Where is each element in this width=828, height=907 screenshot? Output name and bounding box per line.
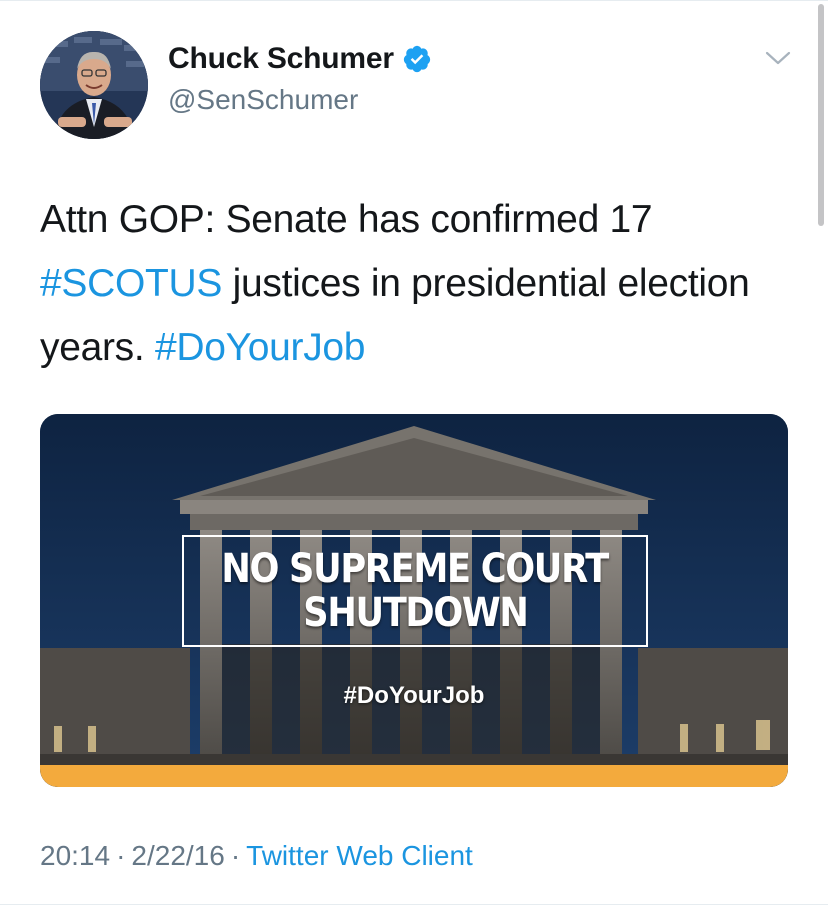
card-headline-box: NO SUPREME COURT SHUTDOWN bbox=[182, 535, 648, 647]
tweet-source-link[interactable]: Twitter Web Client bbox=[246, 840, 473, 871]
tweet-date[interactable]: 2/22/16 bbox=[131, 840, 224, 871]
author-handle[interactable]: @SenSchumer bbox=[168, 84, 358, 116]
verified-badge-icon bbox=[402, 44, 432, 74]
separator: · bbox=[116, 840, 126, 871]
card-headline-line-1: NO SUPREME COURT bbox=[221, 546, 610, 592]
hashtag-doyourjob-link[interactable]: #DoYourJob bbox=[155, 326, 366, 369]
top-divider bbox=[0, 0, 828, 1]
bottom-divider bbox=[0, 904, 828, 905]
author-display-name[interactable]: Chuck Schumer bbox=[168, 42, 394, 76]
card-headline-line-2: SHUTDOWN bbox=[302, 590, 529, 636]
separator: · bbox=[230, 840, 241, 871]
card-hashtag: #DoYourJob bbox=[343, 682, 485, 709]
card-accent-band bbox=[40, 765, 788, 787]
avatar[interactable] bbox=[40, 31, 148, 139]
tweet-text: Attn GOP: Senate has confirmed 17 #SCOTU… bbox=[40, 188, 800, 380]
tweet-time[interactable]: 20:14 bbox=[40, 840, 110, 871]
chevron-down-icon[interactable] bbox=[764, 48, 792, 68]
tweet-text-segment: Attn GOP: Senate has confirmed 17 bbox=[40, 198, 653, 241]
hashtag-scotus-link[interactable]: #SCOTUS bbox=[40, 262, 222, 305]
tweet-metadata: 20:14 · 2/22/16 · Twitter Web Client bbox=[40, 840, 473, 872]
media-card[interactable]: NO SUPREME COURT SHUTDOWN #DoYourJob bbox=[40, 414, 788, 787]
author-name-row[interactable]: Chuck Schumer bbox=[168, 42, 432, 76]
scrollbar[interactable] bbox=[818, 4, 824, 226]
